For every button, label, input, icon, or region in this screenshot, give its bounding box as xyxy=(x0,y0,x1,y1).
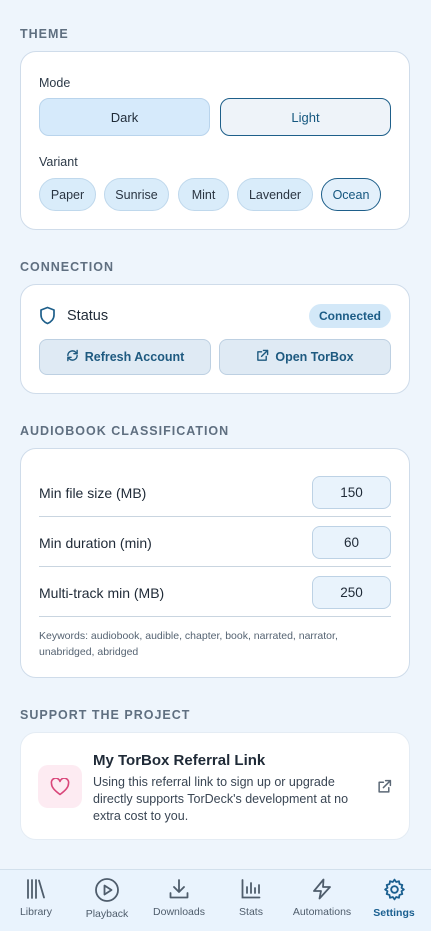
referral-link-card[interactable]: My TorBox Referral Link Using this refer… xyxy=(20,732,410,840)
connection-section-title: CONNECTION xyxy=(20,260,115,274)
nav-settings-label: Settings xyxy=(373,907,415,919)
keywords-text: Keywords: audiobook, audible, chapter, b… xyxy=(39,630,338,658)
theme-section-title: THEME xyxy=(20,27,69,41)
gear-icon xyxy=(383,878,405,901)
shield-icon xyxy=(39,306,56,330)
nav-automations-label: Automations xyxy=(292,906,352,918)
multi-track-min-label: Multi-track min (MB) xyxy=(39,585,165,601)
min-file-size-label: Min file size (MB) xyxy=(39,485,147,501)
play-circle-icon xyxy=(95,878,119,902)
nav-library-label: Library xyxy=(19,906,53,918)
variant-chip-sunrise[interactable]: Sunrise xyxy=(104,178,169,211)
nav-playback-label: Playback xyxy=(85,908,129,920)
open-torbox-label: Open TorBox xyxy=(275,350,354,364)
variant-label: Variant xyxy=(39,155,78,169)
support-section-title: SUPPORT THE PROJECT xyxy=(20,708,191,722)
status-badge: Connected xyxy=(308,304,391,328)
download-icon xyxy=(169,879,189,899)
nav-settings[interactable]: Settings xyxy=(358,870,430,931)
nav-downloads[interactable]: Downloads xyxy=(143,870,215,931)
refresh-account-button[interactable]: Refresh Account xyxy=(39,339,211,375)
lightning-icon xyxy=(313,878,331,900)
open-torbox-button[interactable]: Open TorBox xyxy=(219,339,391,375)
theme-card: Mode Dark Light Variant Paper Sunrise Mi… xyxy=(20,51,410,230)
variant-chip-paper[interactable]: Paper xyxy=(39,178,96,211)
mode-light-button[interactable]: Light xyxy=(220,98,391,136)
audiobook-section-title: AUDIOBOOK CLASSIFICATION xyxy=(20,424,230,438)
library-icon xyxy=(27,879,45,899)
divider xyxy=(39,566,391,567)
referral-description: Using this referral link to sign up or u… xyxy=(93,775,349,823)
external-link-icon xyxy=(377,779,392,799)
refresh-icon xyxy=(66,349,79,365)
divider xyxy=(39,516,391,517)
variant-chip-mint[interactable]: Mint xyxy=(178,178,229,211)
variant-chip-lavender[interactable]: Lavender xyxy=(237,178,313,211)
multi-track-min-input[interactable] xyxy=(312,576,391,609)
bar-chart-icon xyxy=(241,879,261,899)
min-duration-label: Min duration (min) xyxy=(39,535,152,551)
min-duration-input[interactable] xyxy=(312,526,391,559)
connection-card: Status Connected Refresh Account Open To… xyxy=(20,284,410,394)
audiobook-card: Min file size (MB) Min duration (min) Mu… xyxy=(20,448,410,678)
mode-label: Mode xyxy=(39,76,71,90)
nav-library[interactable]: Library xyxy=(0,870,72,931)
nav-stats[interactable]: Stats xyxy=(215,870,287,931)
nav-downloads-label: Downloads xyxy=(153,906,205,918)
refresh-account-label: Refresh Account xyxy=(84,350,185,364)
variant-chip-ocean[interactable]: Ocean xyxy=(321,178,381,211)
divider xyxy=(39,616,391,617)
nav-automations[interactable]: Automations xyxy=(286,870,358,931)
referral-title: My TorBox Referral Link xyxy=(93,752,266,769)
external-link-icon xyxy=(256,349,269,365)
status-label: Status xyxy=(67,308,109,324)
nav-stats-label: Stats xyxy=(239,906,263,918)
nav-playback[interactable]: Playback xyxy=(71,870,143,931)
min-file-size-input[interactable] xyxy=(312,476,391,509)
bottom-nav: Library Playback Downloads Stats Automat… xyxy=(0,869,431,931)
mode-dark-button[interactable]: Dark xyxy=(39,98,210,136)
heart-icon xyxy=(38,765,82,808)
